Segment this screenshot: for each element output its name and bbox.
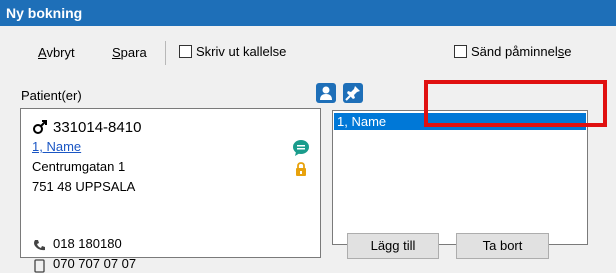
patient-details-panel: 331014-8410 1, Name Centrumgatan 1 751 4… xyxy=(20,108,321,273)
patients-label: Patient(er) xyxy=(21,88,82,103)
patient-city: 751 48 UPPSALA xyxy=(32,179,136,194)
lock-icon xyxy=(296,162,306,176)
patient-name-link[interactable]: 1, Name xyxy=(32,139,81,154)
phone-icon xyxy=(34,240,45,251)
remove-button[interactable]: Ta bort xyxy=(456,233,549,259)
mobile-icon xyxy=(34,259,45,273)
window-title: Ny bokning xyxy=(0,0,616,26)
add-button[interactable]: Lägg till xyxy=(347,233,439,259)
patient-mobile: 070 707 07 07 xyxy=(53,256,137,271)
save-label: para xyxy=(120,45,147,60)
checkbox-box[interactable] xyxy=(454,45,467,58)
male-icon xyxy=(33,120,47,134)
save-accel: S xyxy=(112,45,121,60)
list-item[interactable]: 1, Name xyxy=(334,113,586,130)
save-button[interactable]: Spara xyxy=(112,45,147,60)
pin-icon[interactable] xyxy=(343,83,363,103)
print-notice-label: Skriv ut kallelse xyxy=(196,44,287,59)
cancel-label: vbryt xyxy=(46,45,75,60)
print-notice-checkbox[interactable]: Skriv ut kallelse xyxy=(179,44,286,59)
send-reminder-checkbox[interactable]: Sänd påminnelse xyxy=(454,44,571,59)
patient-list[interactable]: 1, Name xyxy=(332,110,588,245)
user-icon[interactable] xyxy=(316,83,336,103)
cancel-button[interactable]: Avbryt xyxy=(38,45,75,60)
patient-street: Centrumgatan 1 xyxy=(32,159,126,174)
patient-phone: 018 180180 xyxy=(53,236,122,251)
patient-id: 331014-8410 xyxy=(53,119,142,136)
chat-icon[interactable] xyxy=(292,139,310,157)
toolbar: Avbryt Spara Skriv ut kallelse Sänd påmi… xyxy=(0,36,616,68)
send-reminder-label: Sänd påminnelse xyxy=(471,44,572,59)
toolbar-separator xyxy=(165,41,166,65)
checkbox-box[interactable] xyxy=(179,45,192,58)
